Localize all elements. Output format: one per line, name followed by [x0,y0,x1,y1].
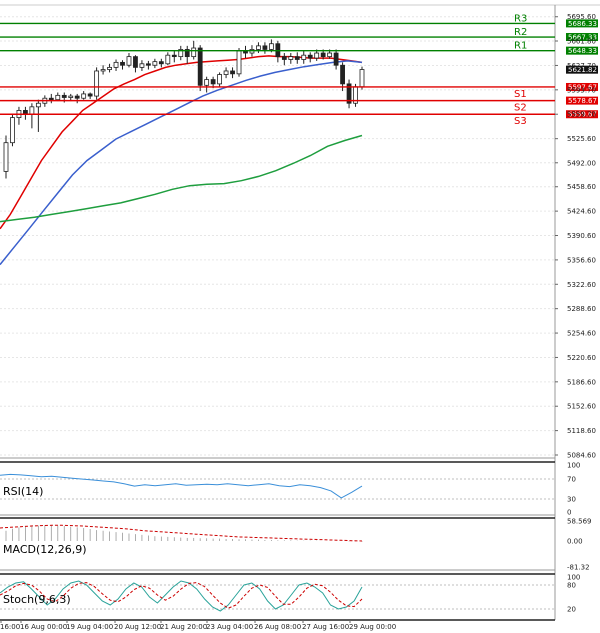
candle-body [3,142,9,172]
trading-chart[interactable]: R3 5686.33R2 5667.33R1 5648.33S15597.67S255… [0,0,600,633]
candle-body [191,47,197,58]
candle-body [126,56,132,66]
level-price-S2: 5578.67 [568,97,597,105]
y-tick-label: 5288.60 [567,305,596,313]
y-tick-label: 5254.60 [567,330,596,338]
macd-tick: -81.32 [567,564,590,572]
candle-body [113,61,119,68]
rsi-tick: 0 [567,509,571,517]
level-name-S1: S1 [514,89,527,100]
candle-body [171,54,177,58]
x-tick-label: 26 Aug 08:00 [254,623,301,631]
candle-body [256,45,261,50]
candle-body [100,69,106,72]
y-tick-label: 5152.60 [567,403,596,411]
candle-body [359,69,365,88]
candle-body [68,95,74,98]
level-name-R2: R2 [514,27,527,38]
x-tick-label: 21 Aug 20:00 [160,623,207,631]
y-tick-label: 5322.60 [567,281,596,289]
candle-body [61,94,67,98]
x-tick-label: 16 Aug 00:00 [20,623,67,631]
chart-window: R3 5686.33 R2 5667.33 R1 5648.33 S1 5597.67 S2 55… [0,0,600,633]
rsi-tick: 30 [567,496,576,504]
y-tick-label: 5220.60 [567,354,596,362]
candle-body [320,52,326,58]
rsi-label: RSI(14) [3,485,43,498]
candle-body [48,97,54,101]
x-tick-label: 23 Aug 04:00 [206,623,253,631]
candle-body [230,70,235,75]
x-tick-label: 19 Aug 04:00 [66,623,113,631]
level-name-R1: R1 [514,41,527,52]
level-name-S3: S3 [514,116,527,127]
x-tick-label: 27 Aug 16:00 [302,623,349,631]
y-tick-label: 5593.70 [567,86,596,94]
candle-body [145,63,151,66]
rsi-tick: 100 [567,462,580,470]
y-tick-label: 5559.70 [567,111,596,119]
y-tick-label: 5118.60 [567,427,596,435]
candle-body [87,93,93,97]
candle-body [139,63,145,68]
level-price-R1: 5648.33 [568,47,597,55]
macd-label: MACD(12,26,9) [3,543,87,556]
y-tick-label: 5084.60 [567,452,596,460]
stoch-tick: 100 [567,574,580,582]
candle-body [23,110,28,115]
x-tick-label: 20 Aug 12:00 [114,623,161,631]
level-name-S2: S2 [514,103,527,114]
candle-body [55,94,61,101]
x-tick-label: 16:00 [0,623,20,631]
y-tick-label: 5356.60 [567,256,596,264]
candle-body [158,61,164,65]
macd-tick: 0.00 [567,538,583,546]
candle-body [204,79,210,86]
candle-body [236,50,242,75]
candle-body [94,70,100,97]
candle-body [223,70,229,75]
y-tick-label: 5695.60 [567,13,596,21]
macd-tick: 58.569 [567,518,592,526]
candle-body [340,64,345,85]
candle-body [133,56,138,68]
candle-body [120,61,125,66]
candle-body [262,45,268,50]
candle-body [81,93,87,99]
candle-body [165,54,171,65]
candle-body [217,74,223,85]
y-tick-label: 5525.60 [567,135,596,143]
y-tick-label: 5492.00 [567,159,596,167]
candle-body [107,66,112,70]
y-tick-label: 5186.60 [567,378,596,386]
candle-body [10,117,15,144]
y-tick-label: 5424.60 [567,208,596,216]
candle-body [35,102,41,108]
y-tick-label: 5627.70 [567,62,596,70]
y-tick-label: 5458.60 [567,183,596,191]
stoch-tick: 20 [567,606,576,614]
x-tick-label: 29 Aug 00:00 [349,623,396,631]
candle-body [314,52,320,59]
candle-body [29,106,35,115]
candle-body [197,47,203,86]
candle-body [268,43,274,50]
candle-body [333,52,339,66]
candle-body [327,52,333,58]
candle-body [281,56,287,60]
stoch-label: Stoch(9,6,3) [3,593,71,606]
candle-body [301,54,307,60]
candle-body [210,79,216,85]
candle-body [74,95,80,99]
candle-body [294,56,300,60]
y-tick-label: 5390.60 [567,232,596,240]
candle-body [307,54,313,59]
rsi-tick: 70 [567,476,576,484]
candle-body [152,61,158,66]
stoch-tick: 80 [567,582,576,590]
candle-body [288,56,294,60]
y-tick-label: 5661.80 [567,37,596,45]
level-name-R3: R3 [514,13,527,24]
